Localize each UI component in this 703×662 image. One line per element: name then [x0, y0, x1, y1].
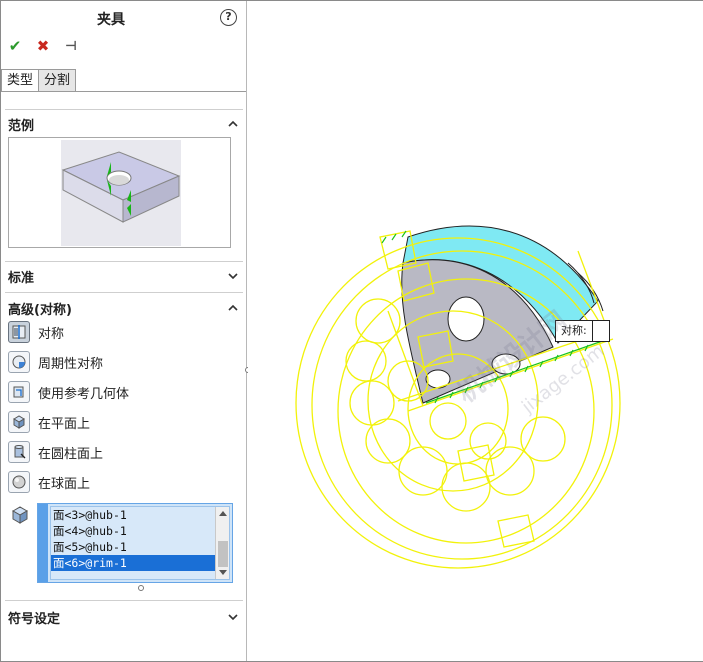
option-spherical-face[interactable]: 在球面上	[8, 470, 90, 494]
reference-geometry-icon	[8, 381, 30, 403]
section-divider	[5, 109, 243, 110]
flat-face-icon	[8, 411, 30, 433]
example-preview	[8, 137, 231, 248]
chevron-up-icon[interactable]	[227, 302, 239, 314]
section-standard-header[interactable]: 标准	[8, 267, 34, 286]
section-divider	[5, 292, 243, 293]
section-divider	[5, 261, 243, 262]
chevron-down-icon[interactable]	[227, 270, 239, 282]
chevron-up-icon[interactable]	[227, 118, 239, 130]
list-item[interactable]: 面<3>@hub-1	[51, 507, 229, 523]
section-symbol-header[interactable]: 符号设定	[8, 608, 60, 627]
scroll-thumb[interactable]	[218, 541, 228, 567]
cylindrical-face-icon	[8, 441, 30, 463]
list-item[interactable]: 面<6>@rim-1	[51, 555, 229, 571]
property-manager-panel: 夹具 ? ✔ ✖ ⊣ 类型 分割 范例 标准 高级(对称) 对称 周期性对称 使…	[1, 1, 251, 661]
list-item[interactable]: 面<5>@hub-1	[51, 539, 229, 555]
selection-focus-bar	[38, 504, 48, 582]
graphics-viewport[interactable]: 对称: 机械设计网 jixage.com	[248, 1, 703, 661]
section-divider	[5, 600, 243, 601]
option-label: 使用参考几何体	[38, 386, 130, 402]
chevron-down-icon[interactable]	[227, 611, 239, 623]
wheel-model-graphic[interactable]	[248, 1, 703, 661]
option-flat-face[interactable]: 在平面上	[8, 410, 90, 434]
option-label: 在平面上	[38, 416, 91, 432]
face-selection-icon	[11, 506, 29, 524]
resize-grip-icon[interactable]	[138, 585, 144, 591]
ok-check-icon[interactable]: ✔	[7, 37, 23, 55]
tab-split[interactable]: 分割	[38, 69, 77, 92]
section-example-header[interactable]: 范例	[8, 115, 34, 134]
option-reference-geometry[interactable]: 使用参考几何体	[8, 380, 129, 404]
example-image	[61, 140, 181, 246]
scroll-down-arrow-icon[interactable]	[219, 570, 227, 575]
section-advanced-header[interactable]: 高级(对称)	[8, 299, 72, 318]
option-label: 在球面上	[38, 476, 91, 492]
pin-icon[interactable]: ⊣	[63, 38, 79, 54]
list-scrollbar[interactable]	[215, 507, 229, 579]
tab-type[interactable]: 类型	[1, 69, 40, 92]
face-selection-box[interactable]: 面<3>@hub-1 面<4>@hub-1 面<5>@hub-1 面<6>@ri…	[37, 503, 233, 583]
panel-title: 夹具	[97, 12, 125, 28]
list-item[interactable]: 面<4>@hub-1	[51, 523, 229, 539]
option-symmetry[interactable]: 对称	[8, 320, 64, 344]
cyclic-symmetry-icon	[8, 351, 30, 373]
option-cyclic-symmetry[interactable]: 周期性对称	[8, 350, 103, 374]
app-window: 夹具 ? ✔ ✖ ⊣ 类型 分割 范例 标准 高级(对称) 对称 周期性对称 使…	[0, 0, 703, 662]
option-cylindrical-face[interactable]: 在圆柱面上	[8, 440, 103, 464]
action-bar: ✔ ✖ ⊣	[7, 37, 79, 55]
option-label: 周期性对称	[38, 356, 104, 372]
tab-divider	[1, 91, 246, 92]
fixture-example-illustration	[61, 151, 181, 223]
option-label: 对称	[38, 326, 65, 342]
callout-color-swatch	[592, 321, 609, 341]
option-label: 在圆柱面上	[38, 446, 104, 462]
scroll-up-arrow-icon[interactable]	[219, 511, 227, 516]
spherical-face-icon	[8, 471, 30, 493]
tab-strip: 类型 分割	[1, 69, 77, 92]
face-list[interactable]: 面<3>@hub-1 面<4>@hub-1 面<5>@hub-1 面<6>@ri…	[50, 506, 230, 580]
help-icon[interactable]: ?	[220, 9, 237, 26]
symmetry-icon	[8, 321, 30, 343]
cancel-x-icon[interactable]: ✖	[35, 37, 51, 55]
